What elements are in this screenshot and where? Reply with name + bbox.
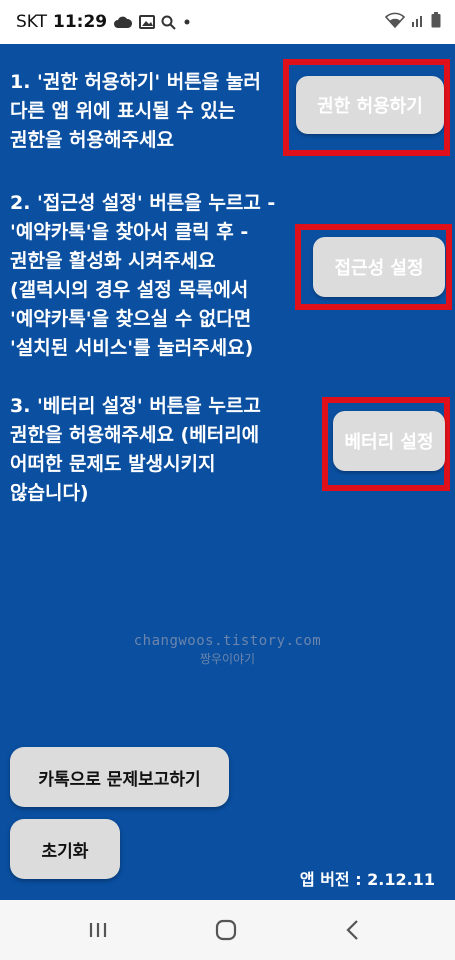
- step-2-line: '예약카톡'을 찾으실 수 없다면: [10, 308, 252, 330]
- watermark-url: changwoos.tistory.com: [133, 633, 322, 649]
- step-2-instructions: 2. '접근성 설정' 버튼을 누르고 - '예약카톡'을 찾아서 클릭 후 -…: [10, 189, 300, 363]
- battery-icon: [431, 12, 441, 28]
- step-1-line: 1. '권한 허용하기' 버튼을 눌러: [10, 71, 261, 93]
- watermark-name: 짱우이야기: [199, 652, 256, 666]
- app-version: 앱 버전 : 2.12.11: [299, 870, 435, 889]
- dot-icon: [184, 19, 190, 25]
- step-3-instructions: 3. '베터리 설정' 버튼을 누르고 권한을 허용해주세요 (베터리에 어떠한…: [10, 392, 310, 508]
- reset-button[interactable]: 초기화: [10, 819, 120, 879]
- main-content: 1. '권한 허용하기' 버튼을 눌러 다른 앱 위에 표시될 수 있는 권한을…: [0, 44, 455, 900]
- gallery-icon: [139, 15, 156, 29]
- search-icon: [161, 15, 176, 30]
- step-3-line: 어떠한 문제도 발생시키지: [10, 453, 216, 475]
- recent-apps-icon[interactable]: [82, 914, 114, 946]
- home-icon[interactable]: [210, 914, 242, 946]
- carrier-label: SKT: [16, 12, 48, 32]
- step-2-line: (갤럭시의 경우 설정 목록에서: [10, 279, 249, 301]
- accessibility-settings-button[interactable]: 접근성 설정: [313, 237, 445, 297]
- step-1-instructions: 1. '권한 허용하기' 버튼을 눌러 다른 앱 위에 표시될 수 있는 권한을…: [10, 68, 280, 155]
- step-1-line: 다른 앱 위에 표시될 수 있는: [10, 100, 236, 122]
- step-2-line: '설치된 서비스'를 눌러주세요): [10, 337, 254, 359]
- signal-icon: [412, 16, 422, 27]
- step-2-line: 권한을 활성화 시켜주세요: [10, 250, 216, 272]
- step-2-line: 2. '접근성 설정' 버튼을 누르고 -: [10, 192, 276, 214]
- status-bar: SKT 11:29: [0, 0, 455, 44]
- battery-settings-button[interactable]: 베터리 설정: [333, 411, 445, 471]
- step-1-line: 권한을 허용해주세요: [10, 129, 174, 151]
- status-right: [385, 12, 441, 28]
- step-2-line: '예약카톡'을 찾아서 클릭 후 -: [10, 221, 249, 243]
- cloud-icon: [114, 16, 133, 28]
- grant-permission-button[interactable]: 권한 허용하기: [296, 76, 444, 134]
- wifi-icon: [385, 12, 405, 28]
- clock: 11:29: [53, 12, 108, 32]
- back-icon[interactable]: [337, 914, 369, 946]
- navigation-bar: [0, 900, 455, 960]
- report-problem-button[interactable]: 카톡으로 문제보고하기: [10, 747, 229, 807]
- step-3-line: 3. '베터리 설정' 버튼을 누르고: [10, 395, 261, 417]
- step-3-line: 않습니다): [10, 482, 89, 504]
- step-3-line: 권한을 허용해주세요 (베터리에: [10, 424, 260, 446]
- status-left: SKT 11:29: [16, 12, 192, 32]
